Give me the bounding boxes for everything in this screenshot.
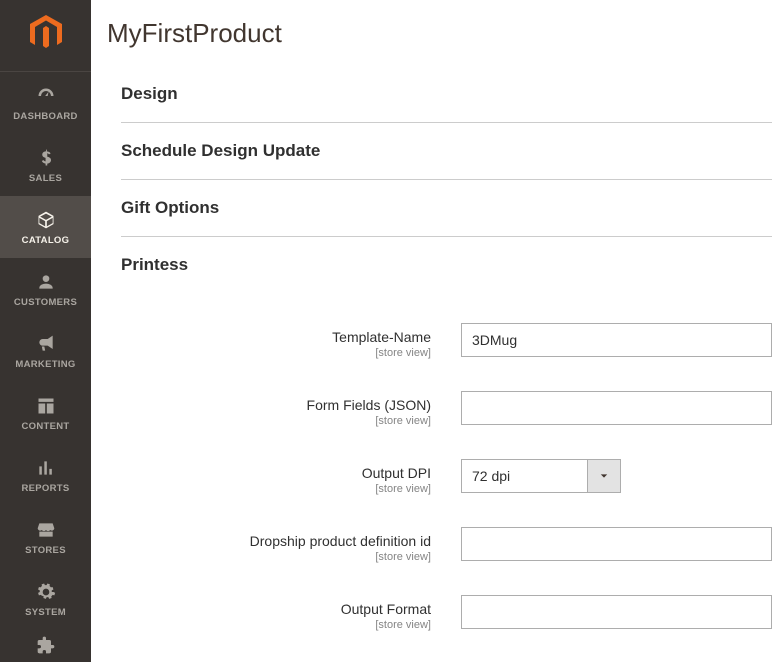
cube-icon (36, 209, 56, 231)
field-output-format: Output Format [store view] (121, 595, 772, 631)
nav-extra[interactable] (0, 630, 91, 660)
nav-catalog[interactable]: CATALOG (0, 196, 91, 258)
dropship-id-input[interactable] (461, 527, 772, 561)
layout-icon (36, 395, 56, 417)
dollar-icon (36, 147, 56, 169)
nav-label: CONTENT (21, 421, 69, 432)
field-label: Output Format (121, 601, 431, 617)
nav-reports[interactable]: REPORTS (0, 444, 91, 506)
section-design[interactable]: Design (121, 66, 772, 123)
select-toggle[interactable] (587, 459, 621, 493)
field-scope: [store view] (121, 551, 431, 563)
nav-system[interactable]: SYSTEM (0, 568, 91, 630)
nav-label: REPORTS (21, 483, 69, 494)
nav-label: SALES (29, 173, 62, 184)
storefront-icon (36, 519, 56, 541)
field-label: Output DPI (121, 465, 431, 481)
dashboard-icon (36, 85, 56, 107)
nav-label: DASHBOARD (13, 111, 77, 122)
select-value: 72 dpi (461, 459, 587, 493)
person-icon (36, 271, 56, 293)
field-template-name: Template-Name [store view] (121, 323, 772, 359)
field-dropship-id: Dropship product definition id [store vi… (121, 527, 772, 563)
form-fields-json-input[interactable] (461, 391, 772, 425)
nav-marketing[interactable]: MARKETING (0, 320, 91, 382)
nav-content[interactable]: CONTENT (0, 382, 91, 444)
field-label: Dropship product definition id (121, 533, 431, 549)
nav-label: CUSTOMERS (14, 297, 77, 308)
magento-logo-icon (30, 15, 62, 56)
section-schedule-design-update[interactable]: Schedule Design Update (121, 123, 772, 180)
field-scope: [store view] (121, 347, 431, 359)
template-name-input[interactable] (461, 323, 772, 357)
page-title: MyFirstProduct (91, 0, 772, 66)
field-scope: [store view] (121, 415, 431, 427)
nav-dashboard[interactable]: DASHBOARD (0, 72, 91, 134)
section-gift-options[interactable]: Gift Options (121, 180, 772, 237)
section-printess[interactable]: Printess (121, 237, 772, 293)
main-content: MyFirstProduct Design Schedule Design Up… (91, 0, 772, 662)
nav-label: CATALOG (22, 235, 70, 246)
sections-container: Design Schedule Design Update Gift Optio… (91, 66, 772, 631)
admin-sidebar: DASHBOARD SALES CATALOG CUSTOMERS MARKET… (0, 0, 91, 662)
puzzle-icon (36, 634, 56, 656)
field-form-fields-json: Form Fields (JSON) [store view] (121, 391, 772, 427)
field-output-dpi: Output DPI [store view] 72 dpi (121, 459, 772, 495)
nav-sales[interactable]: SALES (0, 134, 91, 196)
megaphone-icon (36, 333, 56, 355)
nav-label: STORES (25, 545, 66, 556)
bars-icon (36, 457, 56, 479)
field-scope: [store view] (121, 483, 431, 495)
printess-form: Template-Name [store view] Form Fields (… (121, 293, 772, 631)
nav-stores[interactable]: STORES (0, 506, 91, 568)
nav-label: SYSTEM (25, 607, 66, 618)
output-format-input[interactable] (461, 595, 772, 629)
field-label: Form Fields (JSON) (121, 397, 431, 413)
nav-customers[interactable]: CUSTOMERS (0, 258, 91, 320)
logo[interactable] (0, 0, 91, 72)
field-label: Template-Name (121, 329, 431, 345)
field-scope: [store view] (121, 619, 431, 631)
gear-icon (36, 581, 56, 603)
chevron-down-icon (600, 467, 608, 485)
nav-label: MARKETING (15, 359, 75, 370)
output-dpi-select[interactable]: 72 dpi (461, 459, 621, 493)
